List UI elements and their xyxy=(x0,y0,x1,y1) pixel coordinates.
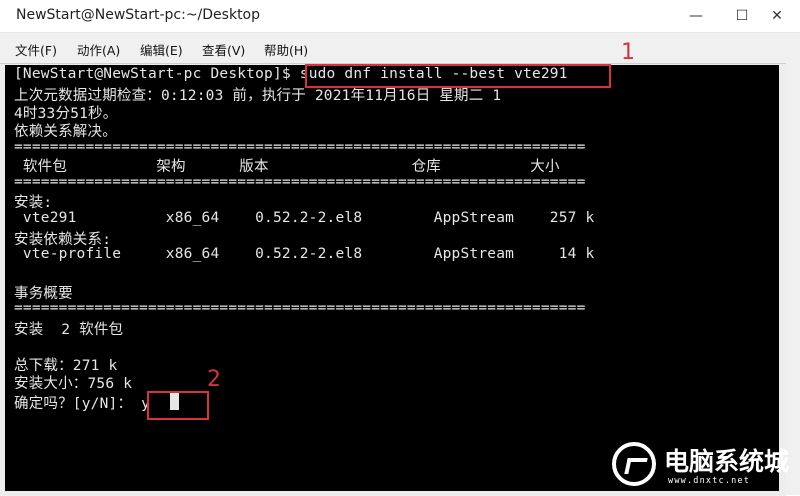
watermark-url: www.dnxtc.net xyxy=(668,476,751,486)
terminal-line: 安装 2 软件包 xyxy=(14,322,124,338)
command-highlight-box xyxy=(305,64,611,88)
menu-action[interactable]: 动作(A) xyxy=(77,40,120,59)
close-button[interactable]: ✕ xyxy=(754,0,800,32)
annotation-marker-2: 2 xyxy=(207,367,221,392)
separator-line: ========================================… xyxy=(14,174,586,190)
separator-line: ========================================… xyxy=(14,139,586,155)
package-row: vte291 x86_64 0.52.2-2.el8 AppStream 257… xyxy=(14,210,595,226)
menu-file[interactable]: 文件(F) xyxy=(15,40,57,59)
menu-help[interactable]: 帮助(H) xyxy=(264,40,308,59)
terminal-line: 安装大小：756 k xyxy=(14,376,133,392)
window-titlebar: NewStart@NewStart-pc:~/Desktop — ☐ ✕ xyxy=(0,0,800,33)
shell-prompt: [NewStart@NewStart-pc Desktop]$ xyxy=(14,66,300,82)
menu-view[interactable]: 查看(V) xyxy=(202,40,245,59)
minimize-button[interactable]: — xyxy=(673,0,719,32)
answer-highlight-box xyxy=(147,391,209,420)
package-row: vte-profile x86_64 0.52.2-2.el8 AppStrea… xyxy=(14,246,595,262)
separator-line: ========================================… xyxy=(14,300,586,316)
terminal-scrollbar[interactable] xyxy=(786,63,800,495)
menu-bar: 文件(F) 动作(A) 编辑(E) 查看(V) 帮助(H) xyxy=(0,33,800,63)
table-header: 软件包 架构 版本 仓库 大小 xyxy=(14,159,560,175)
terminal-line: 安装: xyxy=(14,195,53,211)
terminal-output[interactable]: [NewStart@NewStart-pc Desktop]$ sudo dnf… xyxy=(5,65,779,491)
watermark-logo-icon xyxy=(612,442,656,486)
menu-edit[interactable]: 编辑(E) xyxy=(140,40,183,59)
watermark-text: 电脑系统城 xyxy=(664,447,790,476)
window-title: NewStart@NewStart-pc:~/Desktop xyxy=(16,7,261,23)
confirm-prompt: 确定吗？[y/N]： y xyxy=(14,396,151,412)
annotation-marker-1: 1 xyxy=(621,40,635,65)
watermark: 电脑系统城 www.dnxtc.net xyxy=(604,436,800,494)
terminal-line: 依赖关系解决。 xyxy=(14,124,117,140)
